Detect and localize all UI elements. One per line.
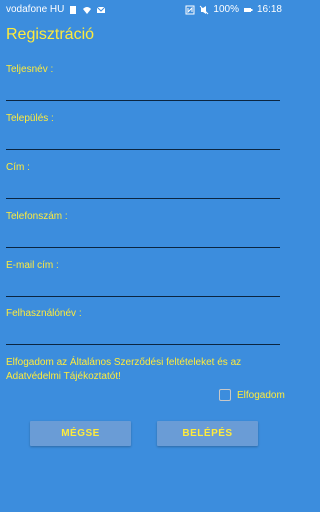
mail-icon [97, 6, 106, 13]
full-name-field: Teljesnév : [6, 64, 280, 101]
email-input[interactable] [6, 277, 280, 297]
battery-percent: 100% [213, 4, 239, 15]
email-field: E-mail cím : [6, 260, 280, 297]
accept-checkbox[interactable] [219, 389, 231, 401]
cancel-button[interactable]: MÉGSE [30, 421, 131, 446]
nfc-icon [185, 5, 195, 14]
carrier-name: vodafone HU [6, 4, 65, 15]
sim-icon [70, 5, 77, 14]
username-label: Felhasználónév : [6, 308, 82, 319]
city-field: Település : [6, 113, 280, 150]
wifi-icon [83, 6, 92, 14]
terms-text: Elfogadom az Általános Szerződési feltét… [6, 357, 242, 382]
accept-label: Elfogadom [237, 389, 285, 401]
accept-row[interactable]: Elfogadom [219, 389, 285, 401]
full-name-input[interactable] [6, 81, 280, 101]
status-bar: vodafone HU 100% 16:18 [0, 0, 288, 19]
address-input[interactable] [6, 179, 280, 199]
address-field: Cím : [6, 162, 280, 199]
city-input[interactable] [6, 130, 280, 150]
address-label: Cím : [6, 162, 30, 173]
phone-field: Telefonszám : [6, 211, 280, 248]
city-label: Település : [6, 113, 54, 124]
page-title: Regisztráció [6, 26, 95, 43]
full-name-label: Teljesnév : [6, 64, 54, 75]
email-label: E-mail cím : [6, 260, 59, 271]
username-input[interactable] [6, 325, 280, 345]
mute-icon [200, 5, 209, 14]
username-field: Felhasználónév : [6, 308, 280, 345]
phone-input[interactable] [6, 228, 280, 248]
clock: 16:18 [256, 4, 282, 15]
phone-label: Telefonszám : [6, 211, 68, 222]
login-button[interactable]: BELÉPÉS [157, 421, 258, 446]
battery-icon [243, 7, 253, 12]
